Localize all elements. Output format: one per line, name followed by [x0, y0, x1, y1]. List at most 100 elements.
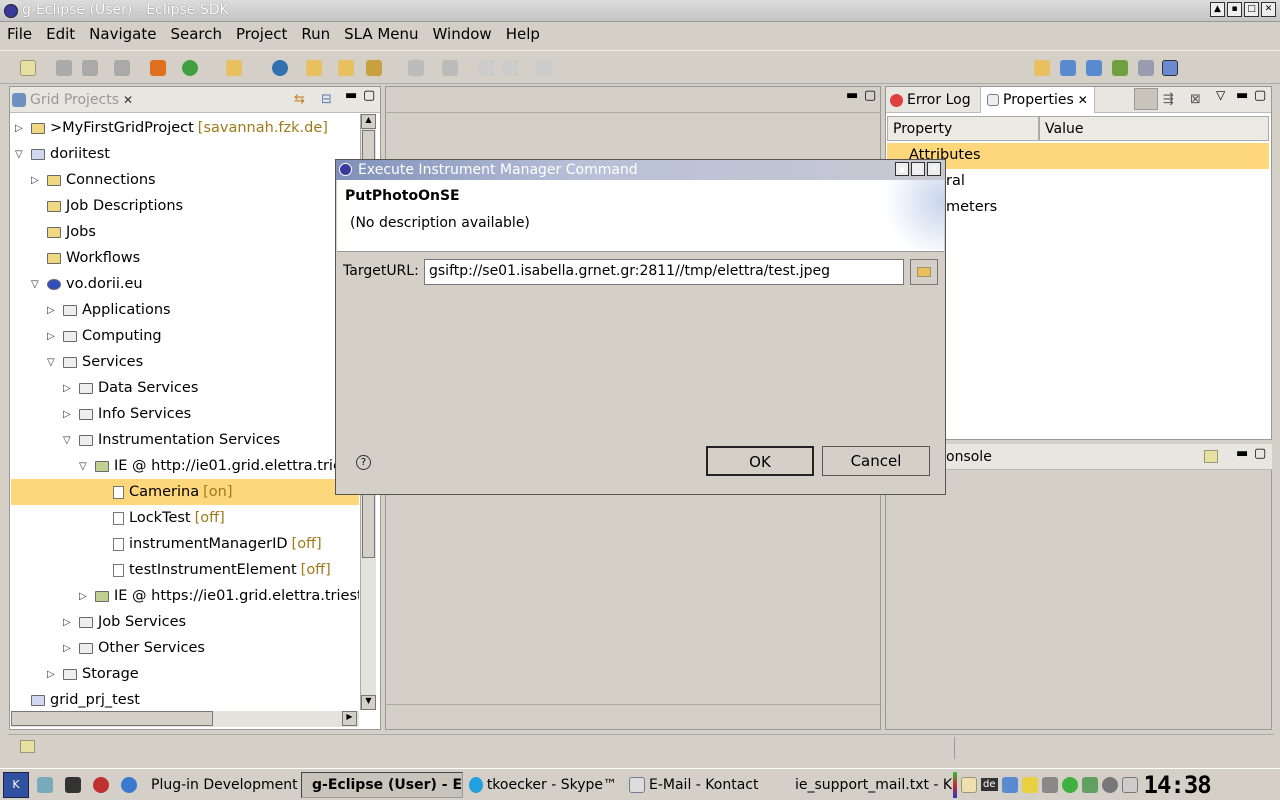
- tree-row[interactable]: Jobs: [47, 219, 96, 245]
- tree-row[interactable]: ▷ Computing: [47, 323, 162, 349]
- forward-icon[interactable]: [536, 60, 552, 76]
- perspective-java-icon[interactable]: [1086, 60, 1102, 76]
- horizontal-scrollbar[interactable]: ▶: [11, 711, 359, 727]
- clock[interactable]: 14:38: [1144, 771, 1212, 799]
- column-header-property[interactable]: Property: [887, 116, 1039, 141]
- tree-row[interactable]: ▽ Instrumentation Services: [63, 427, 280, 453]
- dialog-close-button[interactable]: ✕: [927, 162, 941, 176]
- tree-row[interactable]: ▷ Storage: [47, 661, 139, 687]
- grid-projects-tab[interactable]: Grid Projects ✕: [12, 87, 133, 113]
- tree-row[interactable]: ▽ vo.dorii.eu: [31, 271, 143, 297]
- menu-file[interactable]: File: [0, 22, 39, 46]
- tree-row-selected[interactable]: Camerina [on]: [11, 479, 359, 505]
- klipper-icon[interactable]: [961, 776, 977, 793]
- horizontal-scroll-thumb[interactable]: [11, 711, 213, 726]
- tree-row[interactable]: ▽ Services: [47, 349, 143, 375]
- clipboard-icon[interactable]: [1121, 776, 1138, 793]
- property-row[interactable]: ral: [946, 169, 965, 195]
- browse-button[interactable]: [910, 259, 938, 285]
- expand-arrow-icon[interactable]: ▷: [47, 669, 57, 680]
- open-file-icon[interactable]: [338, 60, 354, 76]
- perspective-user-icon[interactable]: [1162, 60, 1178, 76]
- show-advanced-icon[interactable]: ⇶: [1163, 92, 1174, 107]
- tree-row[interactable]: ▷ Info Services: [63, 401, 191, 427]
- tab-error-log[interactable]: Error Log: [890, 87, 971, 113]
- console-maximize-icon[interactable]: ▢: [1254, 446, 1266, 461]
- scroll-up-icon[interactable]: ▲: [361, 114, 376, 129]
- close-icon[interactable]: ✕: [1078, 93, 1088, 107]
- properties-minimize-icon[interactable]: ▬: [1236, 88, 1248, 103]
- k-menu-icon[interactable]: K: [3, 771, 29, 798]
- menu-project[interactable]: Project: [229, 22, 294, 46]
- perspective-debug-icon[interactable]: [1112, 60, 1128, 76]
- collapse-arrow-icon[interactable]: ▽: [15, 149, 25, 160]
- tree-row[interactable]: LockTest [off]: [113, 505, 225, 531]
- pager[interactable]: [953, 771, 957, 798]
- pin-icon[interactable]: [366, 60, 382, 76]
- back-icon[interactable]: [502, 60, 518, 76]
- expand-arrow-icon[interactable]: ▷: [63, 617, 73, 628]
- window-minimize-button[interactable]: ▪: [1227, 2, 1242, 17]
- tab-properties[interactable]: Properties ✕: [980, 87, 1095, 113]
- menu-help[interactable]: Help: [499, 22, 547, 46]
- tree-row[interactable]: ▷ IE @ https://ie01.grid.elettra.trieste.…: [79, 583, 359, 609]
- opera-icon[interactable]: [93, 776, 109, 793]
- link-editor-icon[interactable]: ⇆: [294, 92, 305, 107]
- window-close-button[interactable]: ✕: [1261, 2, 1276, 17]
- tree-row[interactable]: ▷ Connections: [31, 167, 156, 193]
- tree-row[interactable]: grid_prj_test: [31, 687, 140, 710]
- update-icon[interactable]: [1061, 776, 1078, 793]
- tree-row[interactable]: ▷ Job Services: [63, 609, 186, 635]
- tree-row[interactable]: ▷ Applications: [47, 297, 171, 323]
- expand-arrow-icon[interactable]: ▷: [31, 175, 41, 186]
- open-folder-icon[interactable]: [226, 60, 242, 76]
- desktop-icon[interactable]: [37, 776, 53, 793]
- close-icon[interactable]: ✕: [123, 93, 133, 107]
- menu-search[interactable]: Search: [163, 22, 229, 46]
- run-icon[interactable]: [182, 60, 198, 76]
- tree-row[interactable]: testInstrumentElement [off]: [113, 557, 331, 583]
- open-console-icon[interactable]: [1204, 450, 1218, 463]
- menu-edit[interactable]: Edit: [39, 22, 82, 46]
- network-icon[interactable]: [1041, 776, 1058, 793]
- fast-view-icon[interactable]: [20, 740, 35, 753]
- tree-row[interactable]: ▷ Data Services: [63, 375, 198, 401]
- keyboard-layout[interactable]: de: [981, 778, 998, 791]
- expand-arrow-icon[interactable]: ▷: [15, 123, 25, 134]
- menu-run[interactable]: Run: [294, 22, 337, 46]
- collapse-arrow-icon[interactable]: ▽: [47, 357, 57, 368]
- expand-arrow-icon[interactable]: ▷: [47, 305, 57, 316]
- help-icon[interactable]: ?: [356, 455, 371, 470]
- settings-gear-icon[interactable]: [121, 776, 137, 793]
- scroll-down-icon[interactable]: ▼: [361, 695, 376, 710]
- minimize-view-icon[interactable]: ▬: [345, 88, 357, 103]
- collapse-arrow-icon[interactable]: ▽: [63, 435, 73, 446]
- next-annotation-icon[interactable]: [408, 60, 424, 76]
- target-url-input[interactable]: gsiftp://se01.isabella.grnet.gr:2811//tm…: [424, 259, 904, 285]
- task-skype[interactable]: tkoecker - Skype™: [463, 772, 623, 798]
- editor-minimize-icon[interactable]: ▬: [846, 88, 858, 103]
- tree-row[interactable]: ▷ >MyFirstGridProject [savannah.fzk.de]: [15, 115, 328, 141]
- device-icon[interactable]: [1081, 776, 1098, 793]
- task-g-eclipse[interactable]: g-Eclipse (User) - Ec: [301, 771, 463, 798]
- print-icon[interactable]: [82, 60, 98, 76]
- expand-arrow-icon[interactable]: ▷: [63, 643, 73, 654]
- restore-default-icon[interactable]: ⊠: [1190, 92, 1201, 107]
- kwallet-icon[interactable]: [1101, 776, 1118, 793]
- open-project-icon[interactable]: [306, 60, 322, 76]
- dialog-shade-button[interactable]: ▲: [895, 162, 909, 176]
- debug-icon[interactable]: [150, 60, 166, 76]
- column-header-value[interactable]: Value: [1039, 116, 1269, 141]
- view-menu-icon[interactable]: ▽: [1216, 88, 1225, 102]
- collapse-all-icon[interactable]: ⊟: [321, 92, 332, 107]
- tree-row[interactable]: instrumentManagerID [off]: [113, 531, 322, 557]
- expand-arrow-icon[interactable]: ▷: [47, 331, 57, 342]
- terminal-icon[interactable]: [114, 60, 130, 76]
- open-perspective-icon[interactable]: [1034, 60, 1050, 76]
- task-plugin-dev[interactable]: Plug-in Development -: [141, 772, 301, 798]
- expand-arrow-icon[interactable]: ▷: [63, 409, 73, 420]
- task-kate[interactable]: ie_support_mail.txt - K: [785, 772, 953, 798]
- cancel-button[interactable]: Cancel: [822, 446, 930, 476]
- battery-icon[interactable]: [1021, 776, 1038, 793]
- konsole-icon[interactable]: [65, 776, 81, 793]
